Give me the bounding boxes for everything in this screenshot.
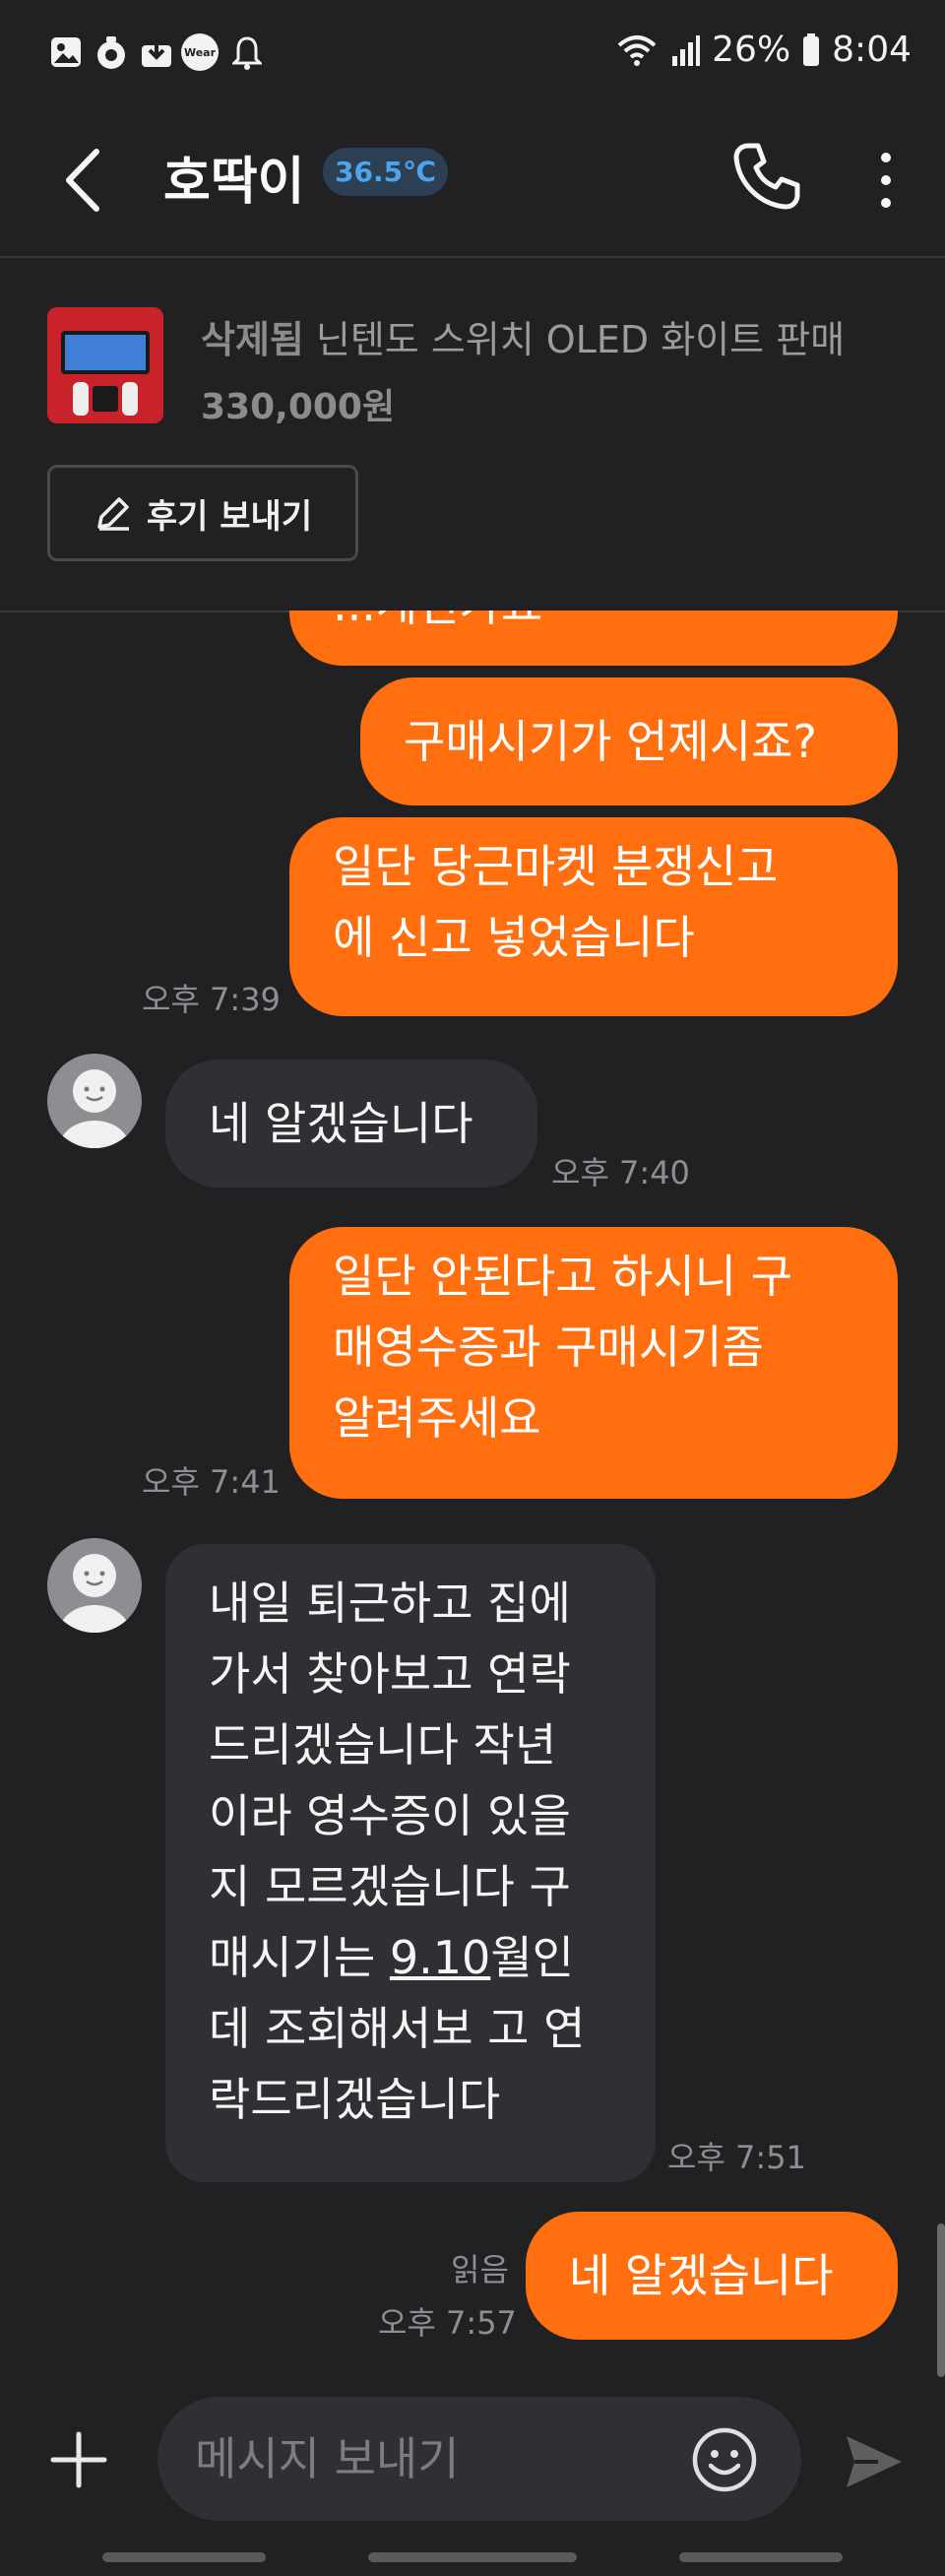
their-message-bubble[interactable]: 내일 퇴근하고 집에 가서 찾아보고 연락 드리겠습니다 작년 이라 영수증이 … bbox=[165, 1544, 656, 2182]
message-time: 오후 7:39 bbox=[142, 981, 281, 1018]
my-message-bubble[interactable]: 네 알겠습니다 bbox=[526, 2212, 898, 2340]
navigation-bar bbox=[0, 2531, 945, 2576]
avatar[interactable] bbox=[47, 1054, 142, 1148]
pencil-icon bbox=[97, 497, 129, 531]
message-text: 네 알겠습니다 bbox=[209, 1097, 473, 1150]
my-message-bubble[interactable]: ...계신가요 bbox=[289, 611, 898, 666]
default-profile-icon bbox=[59, 1554, 130, 1633]
message-composer bbox=[0, 2383, 945, 2531]
plus-icon[interactable] bbox=[47, 2428, 110, 2491]
download-icon bbox=[142, 37, 171, 67]
message-line: 락드리겠습니다 bbox=[209, 2073, 501, 2126]
product-card: 삭제됨 닌텐도 스위치 OLED 화이트 판매 330,000원 후기 보내기 bbox=[0, 258, 945, 612]
send-review-button[interactable]: 후기 보내기 bbox=[47, 465, 358, 561]
message-time: 오후 7:57 bbox=[378, 2304, 517, 2342]
their-message-bubble[interactable]: 네 알겠습니다 bbox=[165, 1060, 537, 1188]
message-line: 내일 퇴근하고 집에 bbox=[209, 1577, 571, 1630]
gallery-icon bbox=[51, 37, 81, 67]
emoji-icon[interactable] bbox=[691, 2426, 758, 2493]
product-name[interactable]: 닌텐도 스위치 OLED 화이트 판매 bbox=[316, 318, 845, 361]
message-line: 에 신고 넣었습니다 bbox=[333, 911, 695, 964]
message-time: 오후 7:51 bbox=[667, 2139, 806, 2176]
my-message-bubble[interactable]: 일단 안된다고 하시니 구 매영수증과 구매시기좀 알려주세요 bbox=[289, 1227, 898, 1499]
message-line: 지 모르겠습니다 구 bbox=[209, 1860, 571, 1913]
recent-apps-button[interactable] bbox=[102, 2552, 266, 2562]
my-message-bubble[interactable]: 일단 당근마켓 분쟁신고 에 신고 넣었습니다 bbox=[289, 817, 898, 1016]
product-price: 330,000원 bbox=[201, 387, 396, 427]
wear-icon: Wear bbox=[181, 33, 219, 71]
wifi-icon bbox=[617, 34, 657, 66]
message-line: 매영수증과 구매시기좀 bbox=[333, 1320, 764, 1374]
switch-product-image bbox=[47, 307, 163, 423]
my-message-bubble[interactable]: 구매시기가 언제시죠? bbox=[360, 677, 898, 805]
message-text: 구매시기가 언제시죠? bbox=[404, 715, 817, 768]
back-button[interactable] bbox=[679, 2552, 843, 2562]
message-time: 오후 7:41 bbox=[142, 1463, 281, 1501]
message-text: ...계신가요 bbox=[333, 611, 542, 640]
message-line: 일단 당근마켓 분쟁신고 bbox=[333, 840, 779, 893]
message-time: 오후 7:40 bbox=[551, 1154, 690, 1191]
message-line: 드리겠습니다 작년 bbox=[209, 1718, 557, 1771]
manner-temperature-badge[interactable]: 36.5℃ bbox=[323, 148, 448, 196]
back-arrow-icon[interactable] bbox=[59, 146, 108, 215]
chat-partner-name[interactable]: 호딱이 bbox=[163, 140, 305, 214]
battery-icon bbox=[803, 32, 820, 66]
message-line: 가서 찾아보고 연락 bbox=[209, 1647, 571, 1701]
app-icon bbox=[97, 36, 125, 69]
product-thumbnail[interactable] bbox=[47, 307, 163, 423]
message-line: 알려주세요 bbox=[333, 1391, 541, 1445]
product-status: 삭제됨 bbox=[201, 318, 304, 361]
battery-percent: 26% bbox=[712, 30, 791, 70]
avatar[interactable] bbox=[47, 1538, 142, 1633]
chat-header: 호딱이 36.5℃ bbox=[0, 108, 945, 258]
message-line: 일단 안된다고 하시니 구 bbox=[333, 1250, 793, 1303]
date-link[interactable]: 9.10 bbox=[390, 1931, 490, 1984]
message-text: 네 알겠습니다 bbox=[569, 2249, 834, 2302]
read-receipt: 읽음 bbox=[451, 2251, 509, 2288]
phone-icon[interactable] bbox=[730, 140, 803, 213]
more-options-icon[interactable] bbox=[866, 146, 906, 215]
status-bar: Wear 26% 8:04 bbox=[0, 0, 945, 108]
send-review-label: 후기 보내기 bbox=[146, 496, 313, 537]
clock: 8:04 bbox=[832, 30, 912, 70]
bell-icon bbox=[232, 36, 262, 70]
message-line: 데 조회해서보 고 연 bbox=[209, 2002, 586, 2055]
send-icon[interactable] bbox=[843, 2430, 906, 2493]
scrollbar[interactable] bbox=[937, 2223, 945, 2377]
home-button[interactable] bbox=[368, 2552, 577, 2562]
signal-icon bbox=[672, 34, 701, 66]
message-list[interactable]: ...계신가요 구매시기가 언제시죠? 오후 7:39 일단 당근마켓 분쟁신고… bbox=[0, 611, 945, 2383]
default-profile-icon bbox=[59, 1069, 130, 1148]
message-line: 매시기는 9.10월인 bbox=[209, 1931, 574, 1984]
message-line: 이라 영수증이 있을 bbox=[209, 1789, 571, 1842]
